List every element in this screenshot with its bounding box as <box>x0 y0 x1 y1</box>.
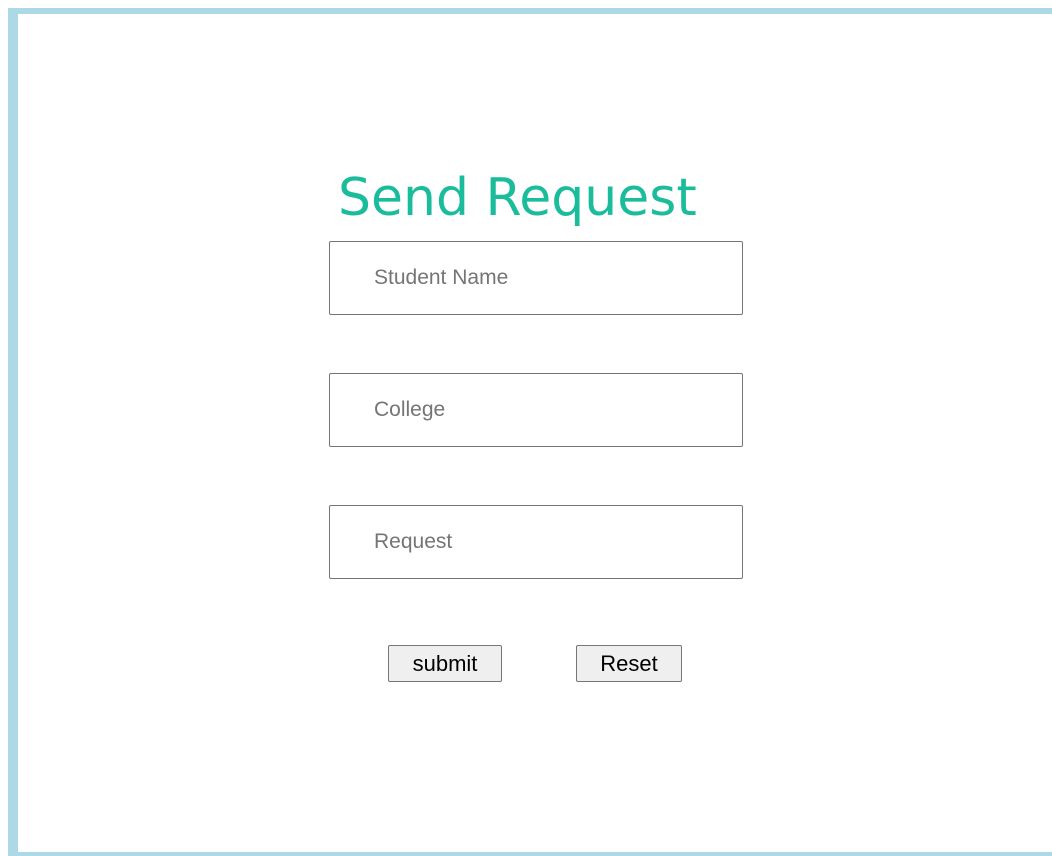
submit-button[interactable]: submit <box>388 645 502 682</box>
page-title: Send Request <box>338 168 697 228</box>
reset-button[interactable]: Reset <box>576 645 682 682</box>
request-input[interactable] <box>329 505 743 579</box>
college-input[interactable] <box>329 373 743 447</box>
student-name-input[interactable] <box>329 241 743 315</box>
